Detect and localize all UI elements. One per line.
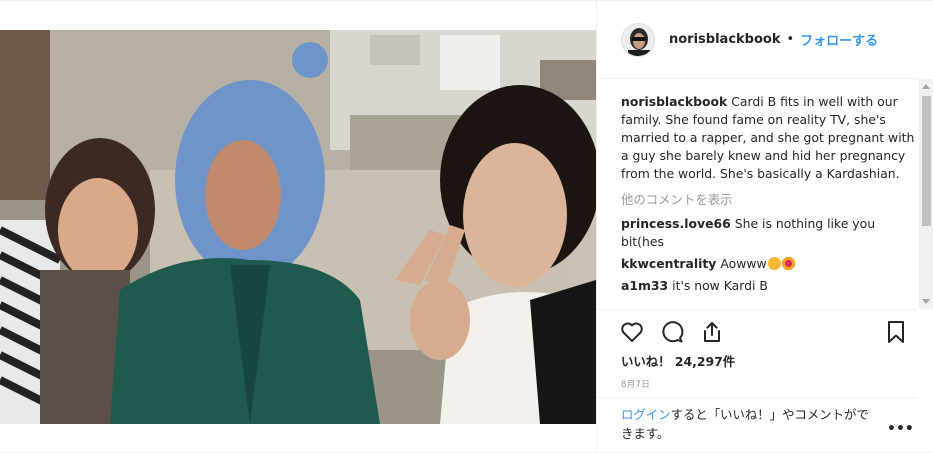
login-prompt: ログインすると「いいね！」やコメントができます。 xyxy=(597,397,917,453)
login-link[interactable]: ログイン xyxy=(621,407,671,422)
more-options-icon[interactable]: ••• xyxy=(887,421,914,437)
comment-item: a1m33 it's now Kardi B xyxy=(621,277,917,295)
bookmark-icon[interactable] xyxy=(883,319,909,345)
caption-username[interactable]: norisblackbook xyxy=(621,94,727,109)
kiss-emoji-icon xyxy=(767,257,781,270)
scroll-down-arrow-icon[interactable] xyxy=(922,299,930,304)
like-count[interactable]: いいね！ 24,297件 xyxy=(621,352,735,370)
post-header: norisblackbook • フォローする xyxy=(597,1,917,79)
comment-item: princess.love66 She is nothing like you b… xyxy=(621,215,917,251)
comment-icon[interactable] xyxy=(659,319,685,345)
header-separator: • xyxy=(786,32,795,47)
action-bar xyxy=(597,309,917,349)
comment-text: Aowww xyxy=(720,256,767,271)
post-photo[interactable] xyxy=(0,30,596,424)
comment-username[interactable]: a1m33 xyxy=(621,278,668,293)
heart-icon[interactable] xyxy=(619,319,645,345)
post-date[interactable]: 8月7日 xyxy=(621,378,650,390)
comments-list: norisblackbook Cardi B fits in well with … xyxy=(621,93,917,307)
post-side-panel: norisblackbook • フォローする norisblackbook Ca… xyxy=(596,1,933,453)
caption: norisblackbook Cardi B fits in well with … xyxy=(621,93,917,183)
avatar[interactable] xyxy=(621,22,655,57)
heart-eyes-emoji-icon xyxy=(781,257,795,270)
comment-text: it's now Kardi B xyxy=(672,278,768,293)
comment-item: kkwcentrality Aowww xyxy=(621,255,917,273)
scrollbar-thumb[interactable] xyxy=(922,96,931,226)
share-icon[interactable] xyxy=(699,319,725,345)
load-more-comments-button[interactable]: 他のコメントを表示 xyxy=(621,191,917,209)
instagram-post: norisblackbook • フォローする norisblackbook Ca… xyxy=(0,0,933,453)
comments-scrollbar[interactable] xyxy=(919,79,933,309)
likes-label: いいね！ xyxy=(621,354,671,369)
header-username[interactable]: norisblackbook xyxy=(669,32,781,47)
follow-button[interactable]: フォローする xyxy=(800,30,878,49)
comment-username[interactable]: kkwcentrality xyxy=(621,256,716,271)
scroll-up-arrow-icon[interactable] xyxy=(922,84,930,89)
likes-count: 24,297件 xyxy=(674,354,736,369)
comment-username[interactable]: princess.love66 xyxy=(621,216,731,231)
